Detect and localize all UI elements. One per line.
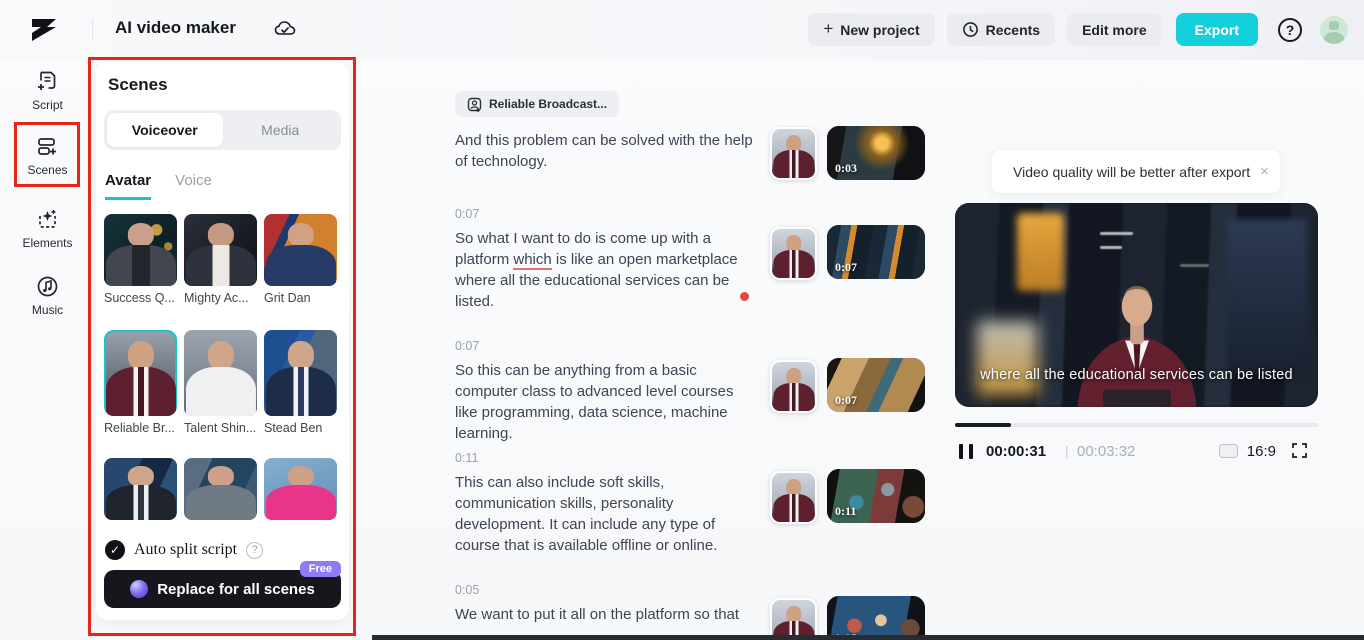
tab-media[interactable]: Media [223,113,339,147]
script-segment-text[interactable]: And this problem can be solved with the … [455,130,759,172]
pause-button[interactable] [959,444,973,459]
ai-video-maker-app: AI video maker + New project Recents Edi… [0,0,1364,640]
recording-dot [740,292,749,301]
header-actions: + New project Recents Edit more Export ? [808,13,1348,46]
user-avatar[interactable] [1320,15,1348,44]
avatar-chip[interactable]: Reliable Broadcast... [455,91,620,117]
avatar-card[interactable]: Mighty Ac... [184,214,257,305]
plus-icon: + [823,19,834,38]
avatar-grid-row-3 [104,458,337,520]
fullscreen-icon[interactable] [1291,442,1308,459]
avatar-card[interactable] [264,458,337,520]
tab-avatar[interactable]: Avatar [105,172,152,200]
sidebar-item-script[interactable]: Script [0,70,95,112]
sidebar-item-music[interactable]: Music [0,275,95,317]
top-header: AI video maker + New project Recents Edi… [0,0,1364,60]
cloud-sync-icon[interactable] [274,20,296,38]
avatar-card[interactable]: Grit Dan [264,214,337,305]
voiceover-media-toggle: Voiceover Media [104,110,341,150]
script-segment-text[interactable]: So what I want to do is come up with a p… [455,228,759,312]
export-button[interactable]: Export [1175,13,1258,46]
avatar-card-selected[interactable]: Reliable Br... [104,330,177,435]
scene-clip-thumb[interactable]: 0:07 [827,225,925,279]
total-time: 00:03:32 [1077,443,1136,460]
grammar-highlight[interactable]: which [513,251,552,270]
playback-progress-bar[interactable] [955,423,1318,427]
help-icon[interactable]: ? [1278,17,1302,42]
header-divider [92,19,93,41]
clip-duration-badge: 0:11 [835,504,857,518]
script-segment-text[interactable]: We want to put it all on the platform so… [455,604,759,625]
clip-duration-badge: 0:07 [835,260,857,274]
left-sidebar: Script Scenes Elements Music [0,60,95,640]
new-project-button[interactable]: + New project [808,13,935,46]
progress-fill [955,423,1011,427]
segment-timestamp: 0:07 [455,339,480,353]
avatar-add-icon [467,97,482,112]
script-segment-text[interactable]: So this can be anything from a basic com… [455,360,759,444]
edit-more-button[interactable]: Edit more [1067,13,1162,46]
close-icon[interactable]: × [1260,163,1269,180]
scene-clip-thumb[interactable]: 0:11 [827,469,925,523]
avatar-card[interactable] [104,458,177,520]
subtitle-caption: where all the educational services can b… [980,367,1293,383]
scene-clip-thumb[interactable]: 0:05 [827,596,925,640]
scene-avatar-thumb[interactable] [770,227,817,280]
time-divider: | [1065,443,1069,459]
bottom-edge-strip [372,635,1364,640]
scene-clip-thumb[interactable]: 0:03 [827,126,925,180]
scene-clip-thumb[interactable]: 0:07 [827,358,925,412]
ai-sphere-icon [130,580,149,598]
scene-avatar-thumb[interactable] [770,127,817,180]
scenes-panel: Scenes Voiceover Media Avatar Voice Succ… [96,62,349,620]
aspect-ratio-label: 16:9 [1246,443,1276,460]
avatar-voice-tabs: Avatar Voice [105,172,212,200]
clock-icon [962,22,978,37]
segment-timestamp: 0:11 [455,451,479,465]
sidebar-item-scenes[interactable]: Scenes [0,135,95,177]
segment-timestamp: 0:05 [455,583,480,597]
export-quality-notice: Video quality will be better after expor… [992,150,1280,193]
elements-icon [39,210,56,228]
segment-timestamp: 0:07 [455,207,480,221]
sidebar-item-elements[interactable]: Elements [0,208,95,250]
auto-split-label: Auto split script [134,541,238,558]
scenes-icon [38,138,56,155]
auto-split-checkbox[interactable]: ✓ [105,540,125,560]
script-icon [38,71,56,90]
avatar-grid-row-1: Success Q... Mighty Ac... Grit Dan [104,214,337,305]
replace-all-scenes-button[interactable]: Replace for all scenes Free [104,561,341,608]
avatar-card[interactable]: Success Q... [104,214,177,305]
scenes-panel-title: Scenes [108,75,168,94]
page-title: AI video maker [115,18,236,37]
auto-split-help-icon[interactable]: ? [246,541,264,559]
recents-button[interactable]: Recents [946,13,1056,46]
avatar-card[interactable]: Stead Ben [264,330,337,435]
clip-duration-badge: 0:03 [835,161,857,175]
auto-split-row: ✓ Auto split script ? [105,540,264,560]
avatar-card[interactable] [184,458,257,520]
music-icon [37,276,58,297]
tab-voiceover[interactable]: Voiceover [107,113,223,147]
tab-voice[interactable]: Voice [175,172,212,200]
capcut-logo-icon [32,19,56,41]
scene-avatar-thumb[interactable] [770,598,817,640]
video-preview[interactable]: where all the educational services can b… [955,203,1318,407]
current-time: 00:00:31 [986,443,1047,460]
news-anchor-figure [1077,286,1196,407]
avatar-card[interactable]: Talent Shin... [184,330,257,435]
scene-avatar-thumb[interactable] [770,360,817,413]
avatar-grid-row-2: Reliable Br... Talent Shin... Stead Ben [104,330,337,435]
script-segment-text[interactable]: This can also include soft skills, commu… [455,472,759,556]
scene-avatar-thumb[interactable] [770,471,817,524]
aspect-ratio-icon[interactable] [1219,444,1238,458]
playback-controls: 00:00:31 | 00:03:32 16:9 [955,440,1318,464]
free-badge: Free [299,561,341,577]
clip-duration-badge: 0:07 [835,393,857,407]
